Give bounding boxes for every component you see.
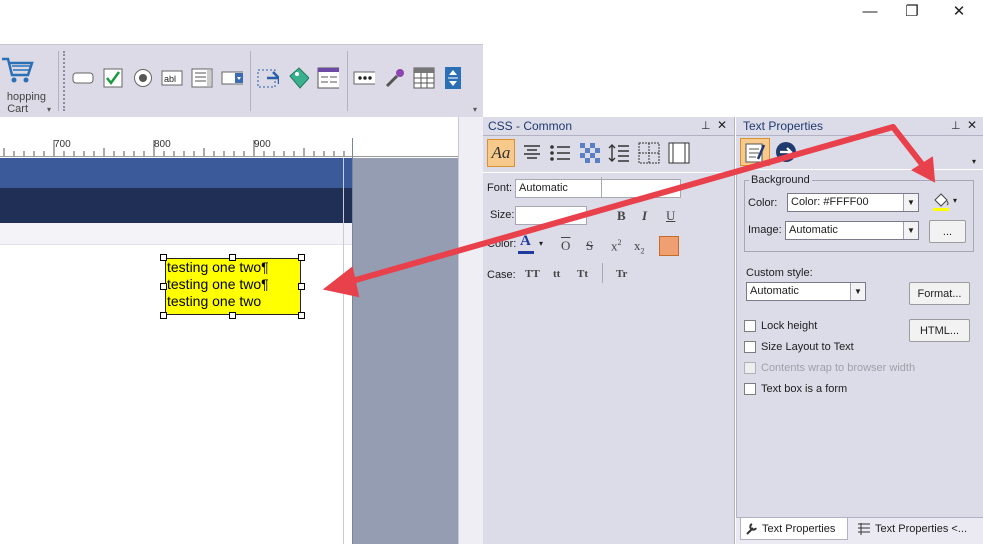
annotation-arrow-line: [342, 124, 896, 286]
annotation-arrow-line-2: [890, 124, 928, 171]
annotation-arrow-head: [322, 266, 360, 298]
annotation-arrows: [322, 124, 936, 298]
